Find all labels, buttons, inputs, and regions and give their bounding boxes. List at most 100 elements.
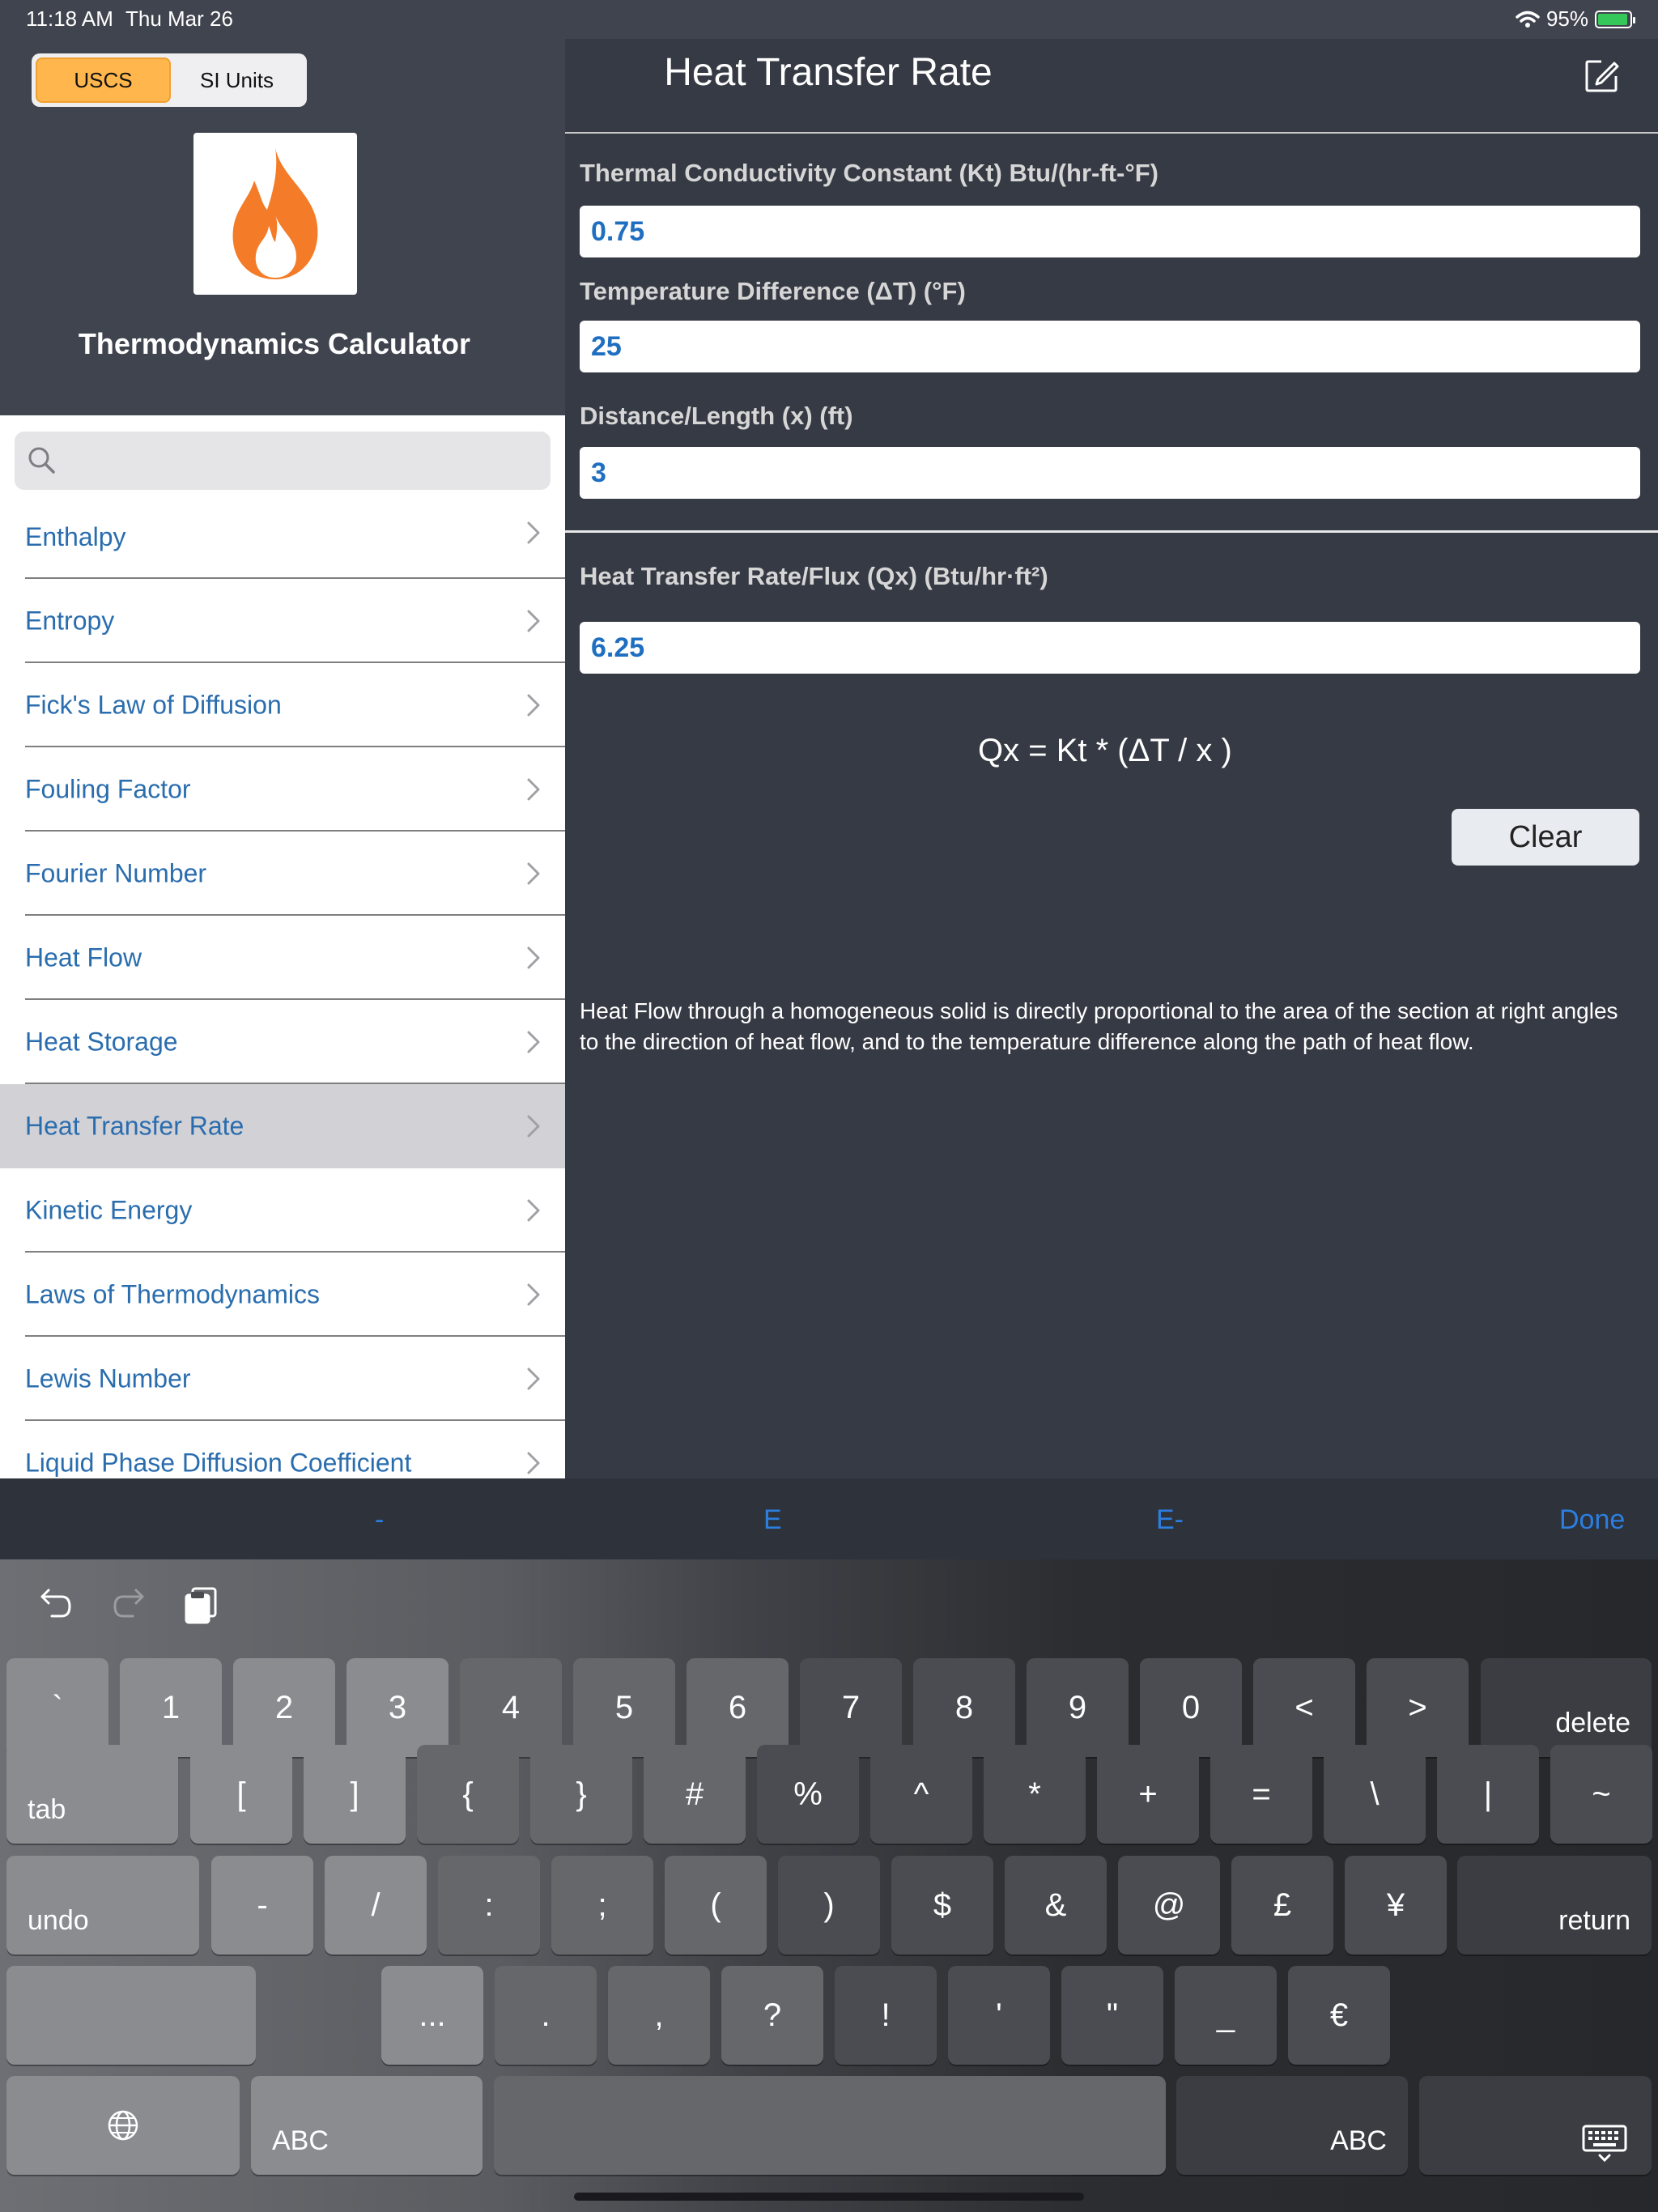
sidebar-item[interactable]: Laws of Thermodynamics xyxy=(0,1253,565,1337)
abc-key[interactable]: ABC xyxy=(251,2076,483,2175)
redo-key[interactable]: redo xyxy=(6,1966,256,2065)
key[interactable]: - xyxy=(211,1856,313,1955)
negative-exponent-key[interactable]: E- xyxy=(1156,1504,1184,1536)
sidebar-item-label: Enthalpy xyxy=(25,522,126,551)
sidebar-item-label: Entropy xyxy=(25,606,115,636)
key[interactable]: ( xyxy=(665,1856,767,1955)
key[interactable]: / xyxy=(325,1856,427,1955)
chevron-right-icon xyxy=(527,1368,540,1390)
key[interactable]: $ xyxy=(891,1856,993,1955)
key[interactable]: % xyxy=(757,1745,859,1844)
key[interactable]: * xyxy=(984,1745,1086,1844)
globe-key[interactable] xyxy=(6,2076,240,2175)
compose-icon[interactable] xyxy=(1584,58,1619,94)
sidebar-item-label: Fourier Number xyxy=(25,858,207,888)
key[interactable]: ... xyxy=(381,1966,483,2065)
paste-icon[interactable] xyxy=(183,1585,219,1624)
key[interactable]: | xyxy=(1437,1745,1539,1844)
key[interactable]: ; xyxy=(551,1856,653,1955)
key[interactable]: 2 xyxy=(233,1658,335,1757)
key[interactable]: 6 xyxy=(687,1658,789,1757)
sidebar-item[interactable]: Fick's Law of Diffusion xyxy=(0,663,565,747)
key[interactable]: 0 xyxy=(1140,1658,1242,1757)
key[interactable]: ~ xyxy=(1550,1745,1652,1844)
sidebar-item[interactable]: Enthalpy xyxy=(0,495,565,579)
clear-button[interactable]: Clear xyxy=(1452,809,1639,866)
units-option-si[interactable]: SI Units xyxy=(171,57,303,103)
key[interactable]: [ xyxy=(190,1745,292,1844)
key[interactable]: # xyxy=(644,1745,746,1844)
sidebar-item-label: Laws of Thermodynamics xyxy=(25,1279,320,1309)
key[interactable]: 4 xyxy=(460,1658,562,1757)
units-option-uscs[interactable]: USCS xyxy=(36,57,171,103)
undo-key[interactable]: undo xyxy=(6,1856,199,1955)
key[interactable]: ? xyxy=(721,1966,823,2065)
battery-icon xyxy=(1595,10,1635,28)
key[interactable]: ^ xyxy=(870,1745,972,1844)
key[interactable]: < xyxy=(1253,1658,1355,1757)
result-output[interactable]: 6.25 xyxy=(580,622,1640,674)
key[interactable]: . xyxy=(495,1966,597,2065)
key[interactable]: > xyxy=(1367,1658,1469,1757)
sidebar-item[interactable]: Fourier Number xyxy=(0,832,565,916)
key[interactable]: _ xyxy=(1175,1966,1277,2065)
key[interactable]: £ xyxy=(1231,1856,1333,1955)
key[interactable]: ) xyxy=(778,1856,880,1955)
exponent-key[interactable]: E xyxy=(763,1504,782,1536)
key[interactable]: } xyxy=(530,1745,632,1844)
done-button[interactable]: Done xyxy=(1559,1504,1625,1536)
key[interactable]: ¥ xyxy=(1345,1856,1447,1955)
chevron-right-icon xyxy=(527,1283,540,1306)
field-label-delta-t: Temperature Difference (ΔT) (°F) xyxy=(580,277,966,305)
undo-icon[interactable] xyxy=(39,1587,73,1619)
key[interactable]: € xyxy=(1288,1966,1390,2065)
key[interactable]: ' xyxy=(948,1966,1050,2065)
key[interactable]: @ xyxy=(1118,1856,1220,1955)
key[interactable]: ` xyxy=(6,1658,108,1757)
distance-input[interactable]: 3 xyxy=(580,447,1640,499)
key[interactable]: 1 xyxy=(120,1658,222,1757)
key[interactable]: ] xyxy=(304,1745,406,1844)
sidebar-item[interactable]: Heat Storage xyxy=(0,1000,565,1084)
sidebar-item[interactable]: Heat Flow xyxy=(0,916,565,1000)
sidebar-item[interactable]: Lewis Number xyxy=(0,1337,565,1421)
redo-icon[interactable] xyxy=(112,1587,146,1619)
return-key[interactable]: return xyxy=(1457,1856,1652,1955)
key[interactable]: " xyxy=(1061,1966,1163,2065)
kt-input[interactable]: 0.75 xyxy=(580,206,1640,257)
key[interactable]: , xyxy=(608,1966,710,2065)
delete-key[interactable]: delete xyxy=(1481,1658,1652,1757)
sidebar-item[interactable]: Fouling Factor xyxy=(0,747,565,832)
key[interactable]: \ xyxy=(1324,1745,1426,1844)
key[interactable]: & xyxy=(1005,1856,1107,1955)
key[interactable]: + xyxy=(1097,1745,1199,1844)
key[interactable]: 9 xyxy=(1027,1658,1129,1757)
key[interactable]: ! xyxy=(835,1966,937,2065)
sidebar-item[interactable]: Heat Transfer Rate xyxy=(0,1084,565,1168)
keyboard-dismiss-icon[interactable] xyxy=(1582,2125,1627,2163)
key[interactable]: = xyxy=(1210,1745,1312,1844)
topic-list: Enthalpy Entropy Fick's Law of Diffusion Fo… xyxy=(0,415,565,1478)
space-key[interactable] xyxy=(494,2076,1166,2175)
delta-t-input[interactable]: 25 xyxy=(580,321,1640,372)
keyboard-accessory-bar: - E E- Done xyxy=(0,1478,1658,1559)
search-input[interactable] xyxy=(15,432,551,490)
app-logo xyxy=(193,133,357,295)
chevron-right-icon xyxy=(527,778,540,801)
key[interactable]: { xyxy=(417,1745,519,1844)
key[interactable]: 3 xyxy=(346,1658,449,1757)
app-title: Thermodynamics Calculator xyxy=(78,327,471,360)
key[interactable]: 8 xyxy=(913,1658,1015,1757)
key[interactable]: 5 xyxy=(573,1658,675,1757)
sidebar-item[interactable]: Liquid Phase Diffusion Coefficient xyxy=(0,1421,565,1478)
key[interactable]: 7 xyxy=(800,1658,902,1757)
abc-key[interactable]: ABC xyxy=(1176,2076,1408,2175)
minus-key[interactable]: - xyxy=(375,1504,384,1536)
status-bar: 11:18 AM Thu Mar 26 95% xyxy=(0,0,1658,39)
search-icon xyxy=(28,447,55,474)
description-text: Heat Flow through a homogeneous solid is… xyxy=(580,998,1618,1054)
sidebar-item[interactable]: Kinetic Energy xyxy=(0,1168,565,1253)
tab-key[interactable]: tab xyxy=(6,1745,178,1844)
sidebar-item[interactable]: Entropy xyxy=(0,579,565,663)
key[interactable]: : xyxy=(438,1856,540,1955)
